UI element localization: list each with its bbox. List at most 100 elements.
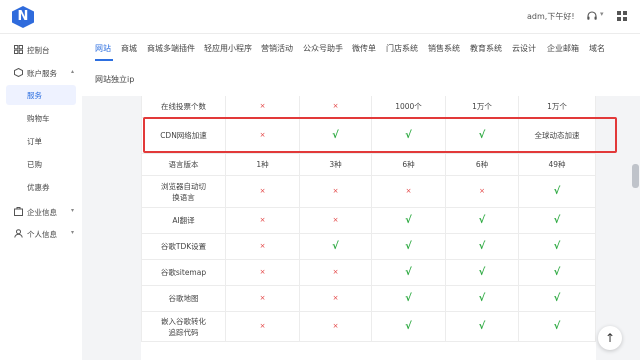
sidebar-item-dashboard[interactable]: 控制台 — [0, 40, 82, 60]
plan-value-cell: 1000个 — [372, 96, 446, 117]
plan-value-cell: 49种 — [519, 154, 596, 175]
tab-marketing[interactable]: 营销活动 — [261, 43, 293, 54]
sidebar-item-enterprise-info[interactable]: 企业信息 ▾ — [0, 202, 82, 222]
sidebar: 控制台 账户服务 ▴ 服务 购物车 订单 已购 优惠券 企业信息 ▾ 个人信息 … — [0, 34, 82, 360]
plan-value-cell: × — [300, 260, 372, 285]
feature-label: 谷歌地图 — [168, 294, 199, 303]
cross-icon: × — [332, 102, 339, 110]
tab-dedicated-ip[interactable]: 网站独立ip — [95, 74, 134, 85]
account-icon — [14, 68, 23, 77]
tab-enterprise-mail[interactable]: 企业邮箱 — [547, 43, 579, 54]
scrollbar-thumb[interactable] — [632, 164, 639, 188]
plan-value-cell: × — [300, 312, 372, 341]
plan-value-cell: × — [372, 176, 446, 207]
feature-label: 浏览器自动切换语言 — [161, 181, 206, 202]
plan-value-cell: √ — [372, 286, 446, 311]
check-icon: √ — [553, 241, 561, 252]
plan-value-cell: 3种 — [300, 154, 372, 175]
check-icon: √ — [478, 241, 486, 252]
tab-domain[interactable]: 域名 — [589, 43, 605, 54]
product-tabs: 网站 商城 商城多端插件 轻应用小程序 营销活动 公众号助手 微传单 门店系统 … — [82, 34, 640, 96]
plan-value: 49种 — [548, 160, 566, 169]
table-row: 嵌入谷歌转化追踪代码 × × √ √ √ — [141, 312, 596, 342]
table-row: 谷歌地图 × × √ √ √ — [141, 286, 596, 312]
plan-value-cell: √ — [519, 234, 596, 259]
sidebar-subitem-cart[interactable]: 购物车 — [0, 108, 82, 128]
scrollbar[interactable] — [631, 96, 640, 360]
tab-cloud-design[interactable]: 云设计 — [512, 43, 536, 54]
feature-name: 语言版本 — [141, 154, 226, 175]
cross-icon: × — [259, 187, 266, 195]
headset-icon[interactable] — [586, 10, 598, 22]
check-icon: √ — [478, 267, 486, 278]
sidebar-item-personal-info[interactable]: 个人信息 ▾ — [0, 224, 82, 244]
plan-value: 1种 — [256, 160, 269, 169]
sidebar-item-label: 账户服务 — [27, 69, 57, 78]
plan-value-cell: √ — [446, 312, 519, 341]
check-icon: √ — [553, 267, 561, 278]
tab-education-system[interactable]: 教育系统 — [470, 43, 502, 54]
plan-value: 1万个 — [547, 102, 567, 111]
user-greeting[interactable]: adm,下午好! — [527, 11, 575, 22]
plan-value-cell: × — [226, 176, 300, 207]
tab-mall-plugin[interactable]: 商城多端插件 — [147, 43, 195, 54]
tab-mini-program[interactable]: 轻应用小程序 — [204, 43, 252, 54]
chevron-up-icon: ▴ — [71, 68, 75, 75]
plan-value-cell: √ — [372, 312, 446, 341]
feature-label: 在线投票个数 — [161, 102, 206, 111]
plan-value-cell: × — [226, 312, 300, 341]
plan-value-cell: 1万个 — [446, 96, 519, 117]
sidebar-subitem-label: 服务 — [27, 91, 42, 100]
plan-value: 6种 — [475, 160, 489, 169]
tab-flyer[interactable]: 微传单 — [352, 43, 376, 54]
tab-sales-system[interactable]: 销售系统 — [428, 43, 460, 54]
plan-value-cell: √ — [519, 312, 596, 341]
plan-value-cell: √ — [372, 260, 446, 285]
plan-value-cell: √ — [446, 208, 519, 233]
sidebar-subitem-services[interactable]: 服务 — [6, 85, 76, 105]
feature-name: 谷歌TDK设置 — [141, 234, 226, 259]
table-row: 谷歌sitemap × × √ √ √ — [141, 260, 596, 286]
logo[interactable]: N — [12, 6, 34, 28]
cross-icon: × — [332, 187, 339, 195]
tab-wechat-assistant[interactable]: 公众号助手 — [303, 43, 343, 54]
sidebar-item-label: 个人信息 — [27, 230, 57, 239]
sidebar-subitem-orders[interactable]: 订单 — [0, 131, 82, 151]
plan-value-cell: × — [226, 208, 300, 233]
tab-store-system[interactable]: 门店系统 — [386, 43, 418, 54]
plan-value-cell: 1种 — [226, 154, 300, 175]
plan-value-cell: × — [300, 176, 372, 207]
plan-value-cell: × — [446, 176, 519, 207]
cross-icon: × — [405, 187, 412, 195]
check-icon: √ — [553, 321, 561, 332]
sidebar-subitem-coupons[interactable]: 优惠券 — [0, 177, 82, 197]
feature-label: 谷歌TDK设置 — [160, 242, 207, 251]
top-bar: N adm,下午好! ▾ — [0, 0, 640, 34]
plan-value: 3种 — [329, 160, 342, 169]
grid-icon[interactable] — [617, 11, 627, 21]
active-tab-indicator — [95, 59, 113, 61]
plan-value: 1万个 — [472, 102, 492, 111]
plan-value-cell: × — [226, 260, 300, 285]
chevron-down-icon[interactable]: ▾ — [600, 10, 604, 18]
cross-icon: × — [332, 268, 339, 276]
plan-value-cell: × — [226, 96, 300, 117]
check-icon: √ — [405, 267, 412, 278]
feature-label: AI翻译 — [172, 216, 195, 225]
plan-value-cell: √ — [300, 234, 372, 259]
feature-name: 嵌入谷歌转化追踪代码 — [141, 312, 226, 341]
plan-value-cell: × — [226, 286, 300, 311]
table-row: 语言版本 1种 3种 6种 6种 49种 — [141, 154, 596, 176]
sidebar-item-account-services[interactable]: 账户服务 ▴ — [0, 63, 82, 83]
feature-name: 谷歌地图 — [141, 286, 226, 311]
back-to-top-button[interactable]: ↑ — [598, 326, 622, 350]
tab-mall[interactable]: 商城 — [121, 43, 137, 54]
feature-name: 浏览器自动切换语言 — [141, 176, 226, 207]
check-icon: √ — [553, 293, 561, 304]
sidebar-item-label: 控制台 — [27, 46, 50, 55]
feature-name: AI翻译 — [141, 208, 226, 233]
plan-value-cell: √ — [372, 234, 446, 259]
plan-value: 6种 — [402, 160, 415, 169]
tab-website[interactable]: 网站 — [95, 43, 111, 54]
sidebar-subitem-purchased[interactable]: 已购 — [0, 154, 82, 174]
